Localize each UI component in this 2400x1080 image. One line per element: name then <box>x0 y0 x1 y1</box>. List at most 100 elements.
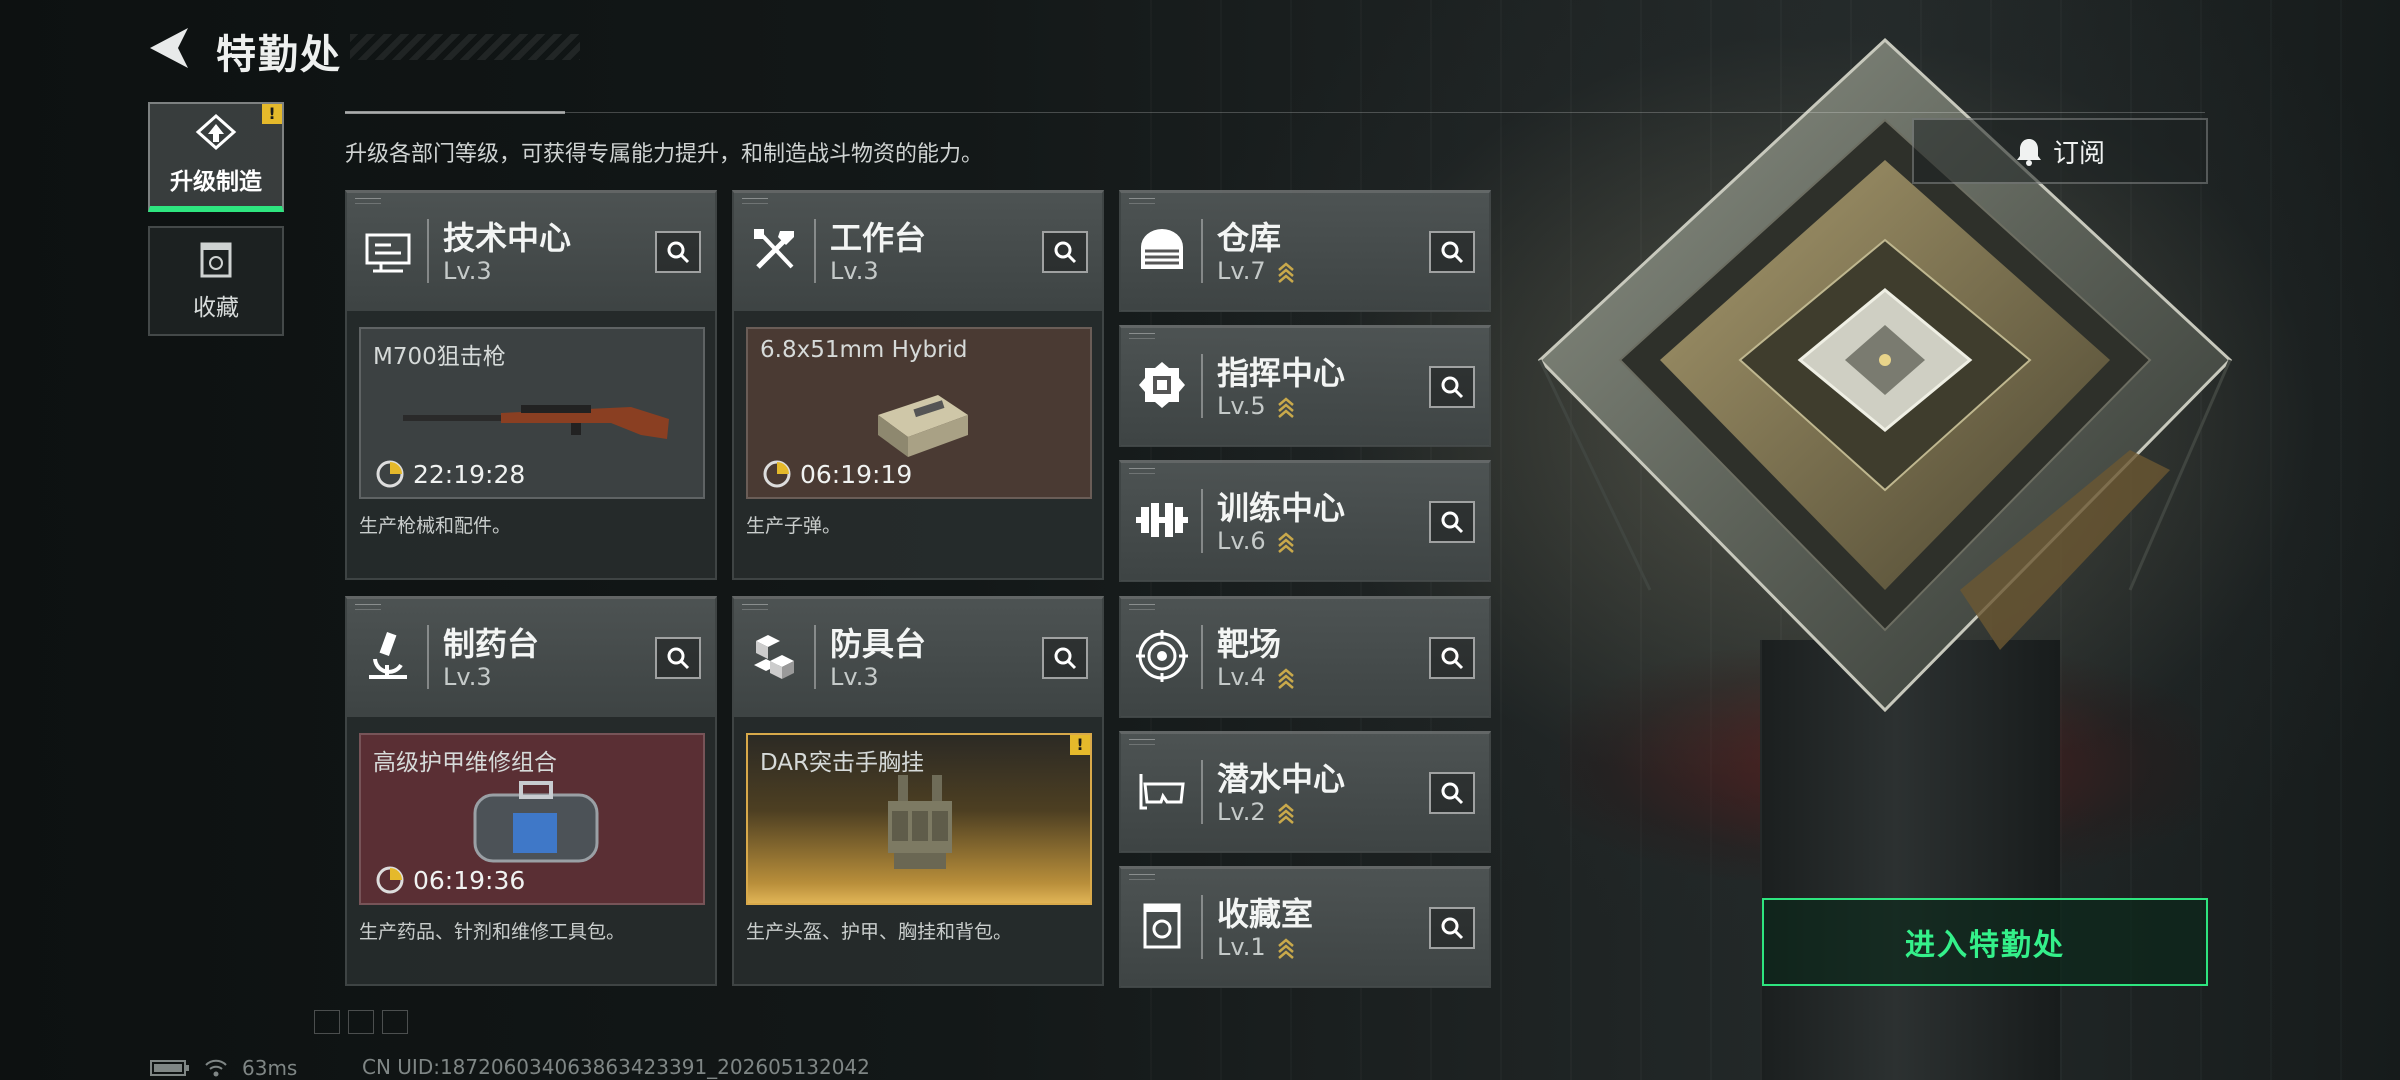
search-icon <box>667 241 690 264</box>
header-divider <box>1201 895 1203 959</box>
enter-hq-button[interactable]: 进入特勤处 <box>1762 898 2208 986</box>
search-button[interactable] <box>1429 637 1475 679</box>
card-corner-mark <box>1129 333 1155 339</box>
dept-caption: 生产头盔、护甲、胸挂和背包。 <box>746 921 1013 943</box>
dept-level: Lv.3 <box>830 257 879 285</box>
search-button[interactable] <box>655 637 701 679</box>
search-button[interactable] <box>1429 366 1475 408</box>
dept-caption: 生产枪械和配件。 <box>359 515 512 537</box>
upgrade-available-icon <box>1278 397 1295 418</box>
command-center-icon <box>1139 362 1185 408</box>
header-divider <box>1201 354 1203 418</box>
ammo-box-image <box>878 395 968 457</box>
dept-level: Lv.4 <box>1217 663 1295 691</box>
search-icon <box>1441 647 1464 670</box>
timer-icon <box>376 866 404 894</box>
subscribe-button[interactable]: 订阅 <box>1912 118 2208 184</box>
search-button[interactable] <box>1429 772 1475 814</box>
footer-box <box>314 1010 340 1034</box>
dept-card-warehouse[interactable]: 仓库 Lv.7 <box>1119 190 1491 312</box>
chest-rig-image <box>888 775 952 869</box>
product-name: 6.8x51mm Hybrid <box>760 337 968 363</box>
dept-card-pharmacy[interactable]: 制药台 Lv.3 高级护甲维修组合 06:19:36 生产药品、针剂和维修工具包… <box>345 596 717 986</box>
production-slot[interactable]: 高级护甲维修组合 06:19:36 <box>359 733 705 905</box>
search-button[interactable] <box>1429 231 1475 273</box>
armor-blocks-icon <box>754 635 794 679</box>
armor-repair-kit-image <box>473 781 599 863</box>
dept-level: Lv.5 <box>1217 392 1295 420</box>
production-slot[interactable]: DAR突击手胸挂 ! <box>746 733 1092 905</box>
search-button[interactable] <box>1042 637 1088 679</box>
upgrade-icon <box>195 114 237 151</box>
footer-decoration <box>314 1010 408 1034</box>
timer-value: 22:19:28 <box>413 459 526 489</box>
title-decoration <box>350 34 580 60</box>
upgrade-available-icon <box>1278 668 1295 689</box>
timer-icon <box>376 460 404 488</box>
level-text: Lv.2 <box>1217 798 1266 826</box>
level-text: Lv.1 <box>1217 933 1266 961</box>
dept-card-armor-bench[interactable]: 防具台 Lv.3 DAR突击手胸挂 ! 生产头盔、护甲、胸挂和背包。 <box>732 596 1104 986</box>
tab-label: 收藏 <box>193 295 239 321</box>
timer-value: 06:19:36 <box>413 865 526 895</box>
search-button[interactable] <box>1042 231 1088 273</box>
divider-highlight <box>345 111 565 114</box>
dept-card-diving-center[interactable]: 潜水中心 Lv.2 <box>1119 731 1491 853</box>
dumbbell-icon <box>1136 503 1188 537</box>
dept-card-workbench[interactable]: 工作台 Lv.3 6.8x51mm Hybrid 06:19:19 生产子弹。 <box>732 190 1104 580</box>
card-header: 收藏室 Lv.1 <box>1121 869 1489 987</box>
card-header: 制药台 Lv.3 <box>347 599 715 717</box>
dept-card-shooting-range[interactable]: 靶场 Lv.4 <box>1119 596 1491 718</box>
production-slot[interactable]: M700狙击枪 22:19:28 <box>359 327 705 499</box>
dept-name: 技术中心 <box>443 219 572 257</box>
search-button[interactable] <box>655 231 701 273</box>
production-slot[interactable]: 6.8x51mm Hybrid 06:19:19 <box>746 327 1092 499</box>
search-button[interactable] <box>1429 501 1475 543</box>
target-icon <box>1136 630 1188 682</box>
tab-collection[interactable]: 收藏 <box>148 226 284 336</box>
footer-box <box>348 1010 374 1034</box>
card-corner-mark <box>1129 874 1155 880</box>
sniper-rifle-image <box>403 405 669 439</box>
dept-name: 仓库 <box>1217 219 1282 257</box>
dept-card-training-center[interactable]: 训练中心 Lv.6 <box>1119 460 1491 582</box>
warning-badge: ! <box>262 104 282 124</box>
search-button[interactable] <box>1429 907 1475 949</box>
search-icon <box>1441 782 1464 805</box>
dept-level: Lv.1 <box>1217 933 1295 961</box>
dept-caption: 生产药品、针剂和维修工具包。 <box>359 921 626 943</box>
dept-name: 训练中心 <box>1217 489 1346 527</box>
dept-level: Lv.3 <box>830 663 879 691</box>
divider-line <box>345 112 2205 113</box>
dept-level: Lv.3 <box>443 663 492 691</box>
production-timer: 06:19:19 <box>762 459 912 489</box>
back-arrow-icon[interactable] <box>148 26 190 70</box>
search-icon <box>667 647 690 670</box>
wifi-icon <box>205 1059 227 1077</box>
upgrade-available-icon <box>1278 532 1295 553</box>
product-name: 高级护甲维修组合 <box>373 750 557 776</box>
dept-name: 防具台 <box>830 625 927 663</box>
upgrade-available-icon <box>1278 262 1295 283</box>
card-corner-mark <box>1129 739 1155 745</box>
page-description: 升级各部门等级，可获得专属能力提升，和制造战斗物资的能力。 <box>345 142 984 167</box>
dept-card-tech-center[interactable]: 技术中心 Lv.3 M700狙击枪 22:19:28 生产枪械和配件。 <box>345 190 717 580</box>
page-title: 特勤处 <box>216 32 342 78</box>
warning-badge: ! <box>1070 735 1090 755</box>
header-divider <box>1201 219 1203 283</box>
subscribe-label: 订阅 <box>2052 138 2105 169</box>
card-header: 防具台 Lv.3 <box>734 599 1102 717</box>
dept-level: Lv.3 <box>443 257 492 285</box>
dept-card-command-center[interactable]: 指挥中心 Lv.5 <box>1119 325 1491 447</box>
tab-upgrade-manufacture[interactable]: 升级制造 ! <box>148 102 284 212</box>
search-icon <box>1441 376 1464 399</box>
dept-caption: 生产子弹。 <box>746 515 842 537</box>
card-header: 潜水中心 Lv.2 <box>1121 734 1489 852</box>
dept-name: 潜水中心 <box>1217 760 1346 798</box>
level-text: Lv.4 <box>1217 663 1266 691</box>
timer-value: 06:19:19 <box>800 459 913 489</box>
search-icon <box>1054 647 1077 670</box>
dept-card-collection-room[interactable]: 收藏室 Lv.1 <box>1119 866 1491 988</box>
card-header: 训练中心 Lv.6 <box>1121 463 1489 581</box>
card-corner-mark <box>355 198 381 204</box>
